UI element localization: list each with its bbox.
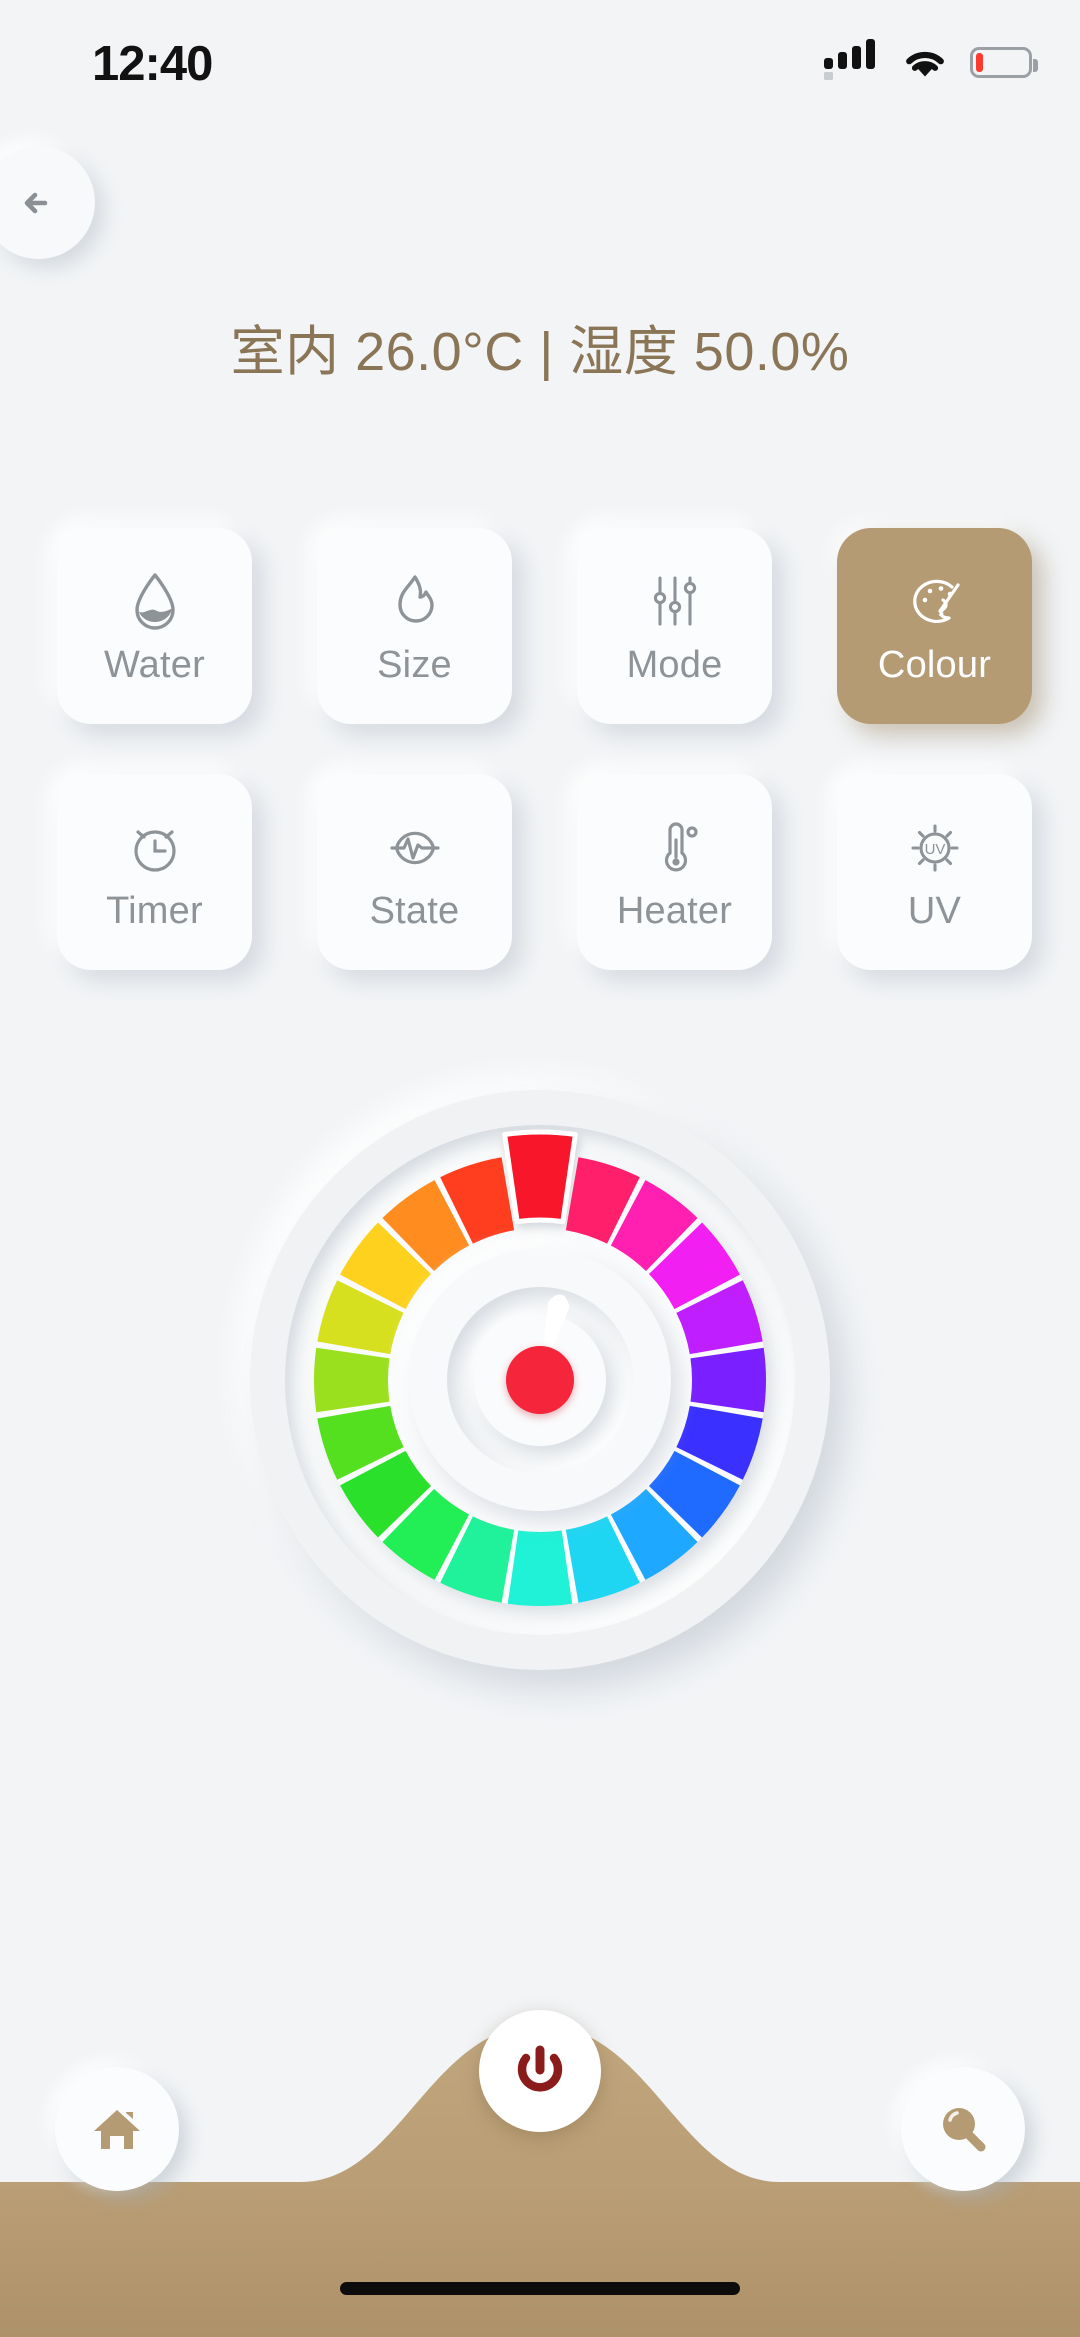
nav-home-button[interactable] [55,2067,179,2191]
water-drop-icon [134,572,175,630]
power-icon [517,2045,563,2092]
nav-search-button[interactable] [901,2067,1025,2191]
tile-size[interactable]: Size [317,528,512,724]
flame-icon [397,574,434,623]
pulse-circle-icon [389,831,440,864]
tile-label: Heater [616,889,733,932]
home-icon [94,2110,140,2149]
cellular-signal-icon [824,39,880,80]
tile-label: Colour [877,643,992,686]
power-button[interactable] [479,2010,601,2132]
battery-low-icon [970,46,1038,78]
svg-text:UV: UV [924,841,945,858]
app-screen: 12:40 室内 26.0°C | 湿度 50.0% Water Size Mo… [0,0,1080,2337]
thermometer-icon [664,821,698,871]
status-bar: 12:40 [0,0,1080,110]
palette-icon [912,579,960,623]
back-button[interactable] [0,146,95,259]
tile-mode[interactable]: Mode [577,528,772,724]
tile-label: Water [104,643,205,686]
tile-label: Size [377,643,452,686]
tile-heater[interactable]: Heater [577,774,772,970]
tile-label: UV [907,889,962,932]
tile-uv[interactable]: UV UV [837,774,1032,970]
control-tile-grid: Water Size Mode Colour Timer State Heate… [57,528,1032,970]
tile-timer[interactable]: Timer [57,774,252,970]
sliders-icon [653,575,696,626]
uv-sun-icon: UV [910,823,959,872]
tile-colour[interactable]: Colour [837,528,1032,724]
arrow-left-icon [24,192,47,213]
search-icon [943,2108,986,2152]
tile-state[interactable]: State [317,774,512,970]
alarm-clock-icon [133,829,176,872]
status-bar-clock: 12:40 [92,37,213,91]
bottom-navigation-bar [0,2007,1080,2337]
tile-water[interactable]: Water [57,528,252,724]
tile-label: State [369,889,460,932]
wifi-icon [906,51,944,77]
status-bar-icons [824,39,1038,80]
page-title: 室内 26.0°C | 湿度 50.0% [230,322,850,382]
tile-label: Mode [626,643,723,686]
home-indicator-bar [340,2282,740,2295]
colour-picker-dial[interactable] [240,1080,840,1680]
tile-label: Timer [106,889,203,932]
dial-center-dot[interactable] [506,1346,574,1414]
